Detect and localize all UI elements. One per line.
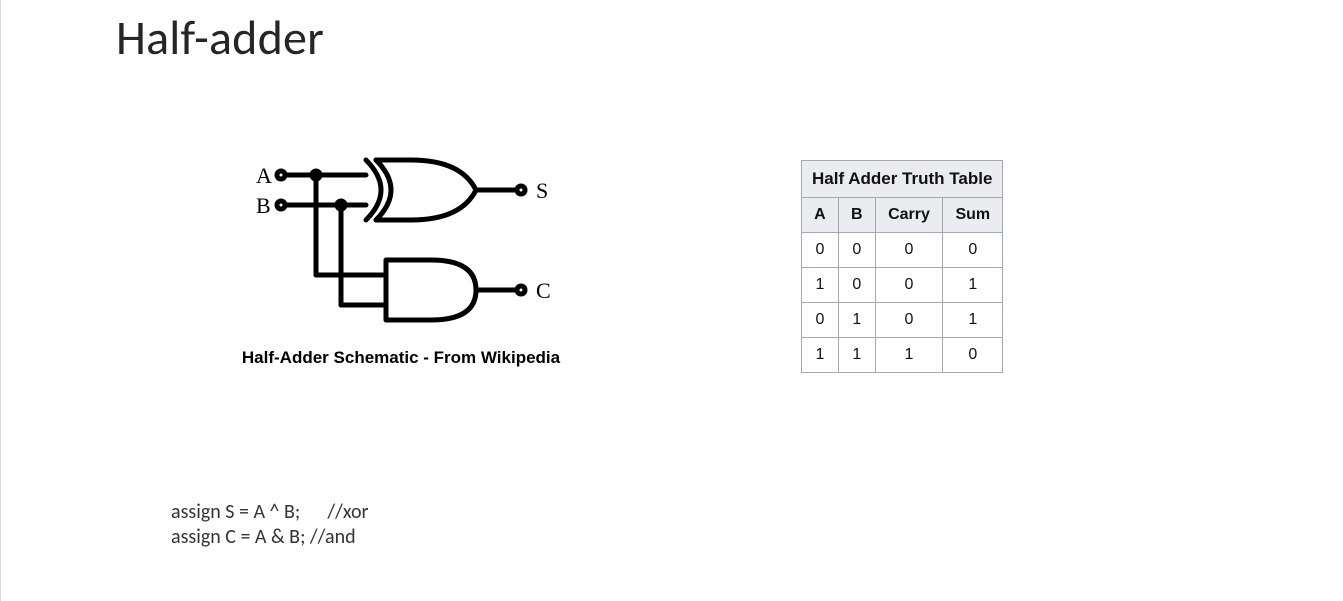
page-title: Half-adder (116, 8, 324, 67)
col-header-a: A (802, 198, 839, 233)
cell: 1 (802, 338, 839, 373)
cell: 0 (802, 233, 839, 268)
cell: 1 (943, 268, 1003, 303)
truth-table-title: Half Adder Truth Table (802, 161, 1003, 198)
cell: 0 (802, 303, 839, 338)
schematic-caption: Half-Adder Schematic - From Wikipedia (201, 348, 601, 368)
cell: 0 (875, 233, 942, 268)
table-row: 1 0 0 1 (802, 268, 1003, 303)
col-header-sum: Sum (943, 198, 1003, 233)
input-a-label: A (256, 163, 272, 188)
verilog-code: assign S = A ^ B; //xor assign C = A & B… (171, 500, 368, 550)
code-line: assign S = A ^ B; //xor (171, 500, 368, 524)
table-row: 0 0 0 0 (802, 233, 1003, 268)
cell: 1 (802, 268, 839, 303)
cell: 0 (838, 268, 875, 303)
cell: 0 (943, 338, 1003, 373)
cell: 1 (838, 338, 875, 373)
col-header-b: B (838, 198, 875, 233)
col-header-carry: Carry (875, 198, 942, 233)
cell: 1 (875, 338, 942, 373)
slide: Half-adder (0, 0, 1343, 601)
cell: 0 (875, 303, 942, 338)
output-s-label: S (536, 178, 548, 203)
half-adder-schematic-icon: A B S C (236, 150, 566, 340)
cell: 1 (943, 303, 1003, 338)
truth-table: Half Adder Truth Table A B Carry Sum 0 0… (801, 160, 1003, 373)
table-row: 0 1 0 1 (802, 303, 1003, 338)
cell: 1 (838, 303, 875, 338)
table-row: 1 1 1 0 (802, 338, 1003, 373)
input-b-label: B (256, 193, 271, 218)
code-line: assign C = A & B; //and (171, 525, 356, 549)
output-c-label: C (536, 278, 551, 303)
cell: 0 (943, 233, 1003, 268)
schematic-figure: A B S C Half-Adder Schematic - From Wiki… (201, 150, 601, 368)
cell: 0 (875, 268, 942, 303)
cell: 0 (838, 233, 875, 268)
